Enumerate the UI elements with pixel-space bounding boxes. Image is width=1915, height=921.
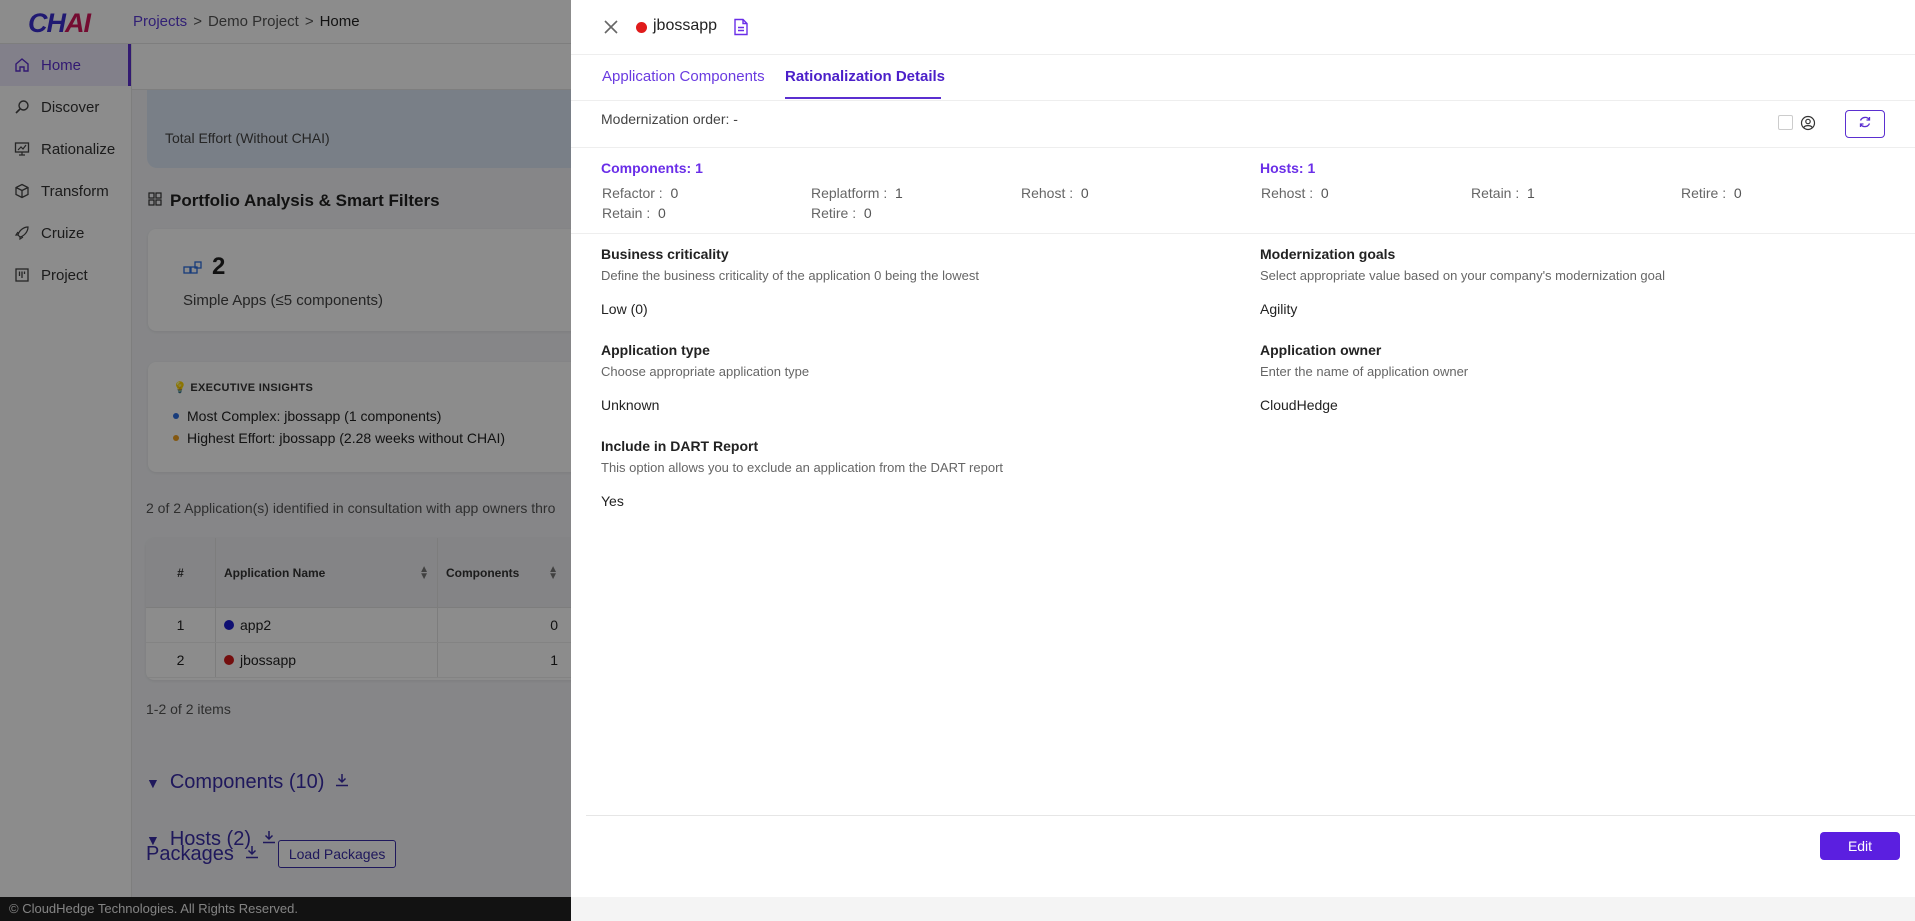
field-title: Application type [601, 342, 710, 358]
field-value: Low (0) [601, 301, 648, 317]
tab-application-components[interactable]: Application Components [602, 68, 765, 85]
host-count-retain: Retain : 1 [1471, 185, 1535, 201]
count-refactor: Refactor : 0 [602, 185, 679, 201]
edit-button[interactable]: Edit [1820, 832, 1900, 860]
components-count-title: Components: 1 [601, 160, 703, 176]
active-tab-indicator [785, 97, 941, 99]
modal-overlay[interactable] [0, 0, 571, 921]
drawer-app-name: jbossapp [653, 17, 718, 34]
field-description: Select appropriate value based on your c… [1260, 268, 1666, 283]
host-count-rehost: Rehost : 0 [1261, 185, 1329, 201]
host-count-retire: Retire : 0 [1681, 185, 1742, 201]
field-value: Agility [1260, 301, 1298, 317]
drawer-tabs: Application Components Rationalization D… [571, 55, 1915, 101]
select-checkbox[interactable] [1778, 115, 1793, 130]
field-title: Application owner [1260, 342, 1382, 358]
field-business-criticality: Business criticality Define the business… [601, 246, 1201, 317]
refresh-icon [1858, 115, 1872, 134]
count-retain: Retain : 0 [602, 205, 666, 221]
drawer-footer-divider [586, 815, 1915, 816]
drawer-header: jbossapp [571, 0, 1915, 55]
tab-rationalization-details[interactable]: Rationalization Details [785, 68, 945, 85]
modernization-order: Modernization order: - [601, 111, 738, 127]
field-value: Unknown [601, 397, 660, 413]
close-icon[interactable] [601, 17, 621, 37]
field-description: Enter the name of application owner [1260, 364, 1469, 379]
field-application-owner: Application owner Enter the name of appl… [1260, 342, 1860, 413]
field-title: Include in DART Report [601, 438, 759, 454]
refresh-button[interactable] [1845, 110, 1885, 138]
field-value: Yes [601, 493, 624, 509]
modernization-order-row: Modernization order: - [571, 101, 1915, 148]
field-application-type: Application type Choose appropriate appl… [601, 342, 1201, 413]
drawer-bottom-bar [571, 897, 1915, 921]
hosts-count-title: Hosts: 1 [1260, 160, 1316, 176]
disposition-counts: Components: 1 Refactor : 0 Replatform : … [571, 148, 1915, 234]
field-description: Define the business criticality of the a… [601, 268, 979, 283]
count-rehost: Rehost : 0 [1021, 185, 1089, 201]
field-value: CloudHedge [1260, 397, 1338, 413]
count-replatform: Replatform : 1 [811, 185, 903, 201]
field-description: This option allows you to exclude an app… [601, 460, 1004, 475]
field-description: Choose appropriate application type [601, 364, 810, 379]
field-title: Modernization goals [1260, 246, 1396, 262]
user-circle-icon[interactable] [1800, 115, 1816, 131]
document-icon[interactable] [733, 18, 751, 36]
app-details-drawer: jbossapp Application Components Rational… [571, 0, 1915, 921]
field-modernization-goals: Modernization goals Select appropriate v… [1260, 246, 1860, 317]
field-include-dart: Include in DART Report This option allow… [601, 438, 1201, 509]
app-status-dot [636, 22, 647, 33]
field-title: Business criticality [601, 246, 729, 262]
count-retire: Retire : 0 [811, 205, 872, 221]
